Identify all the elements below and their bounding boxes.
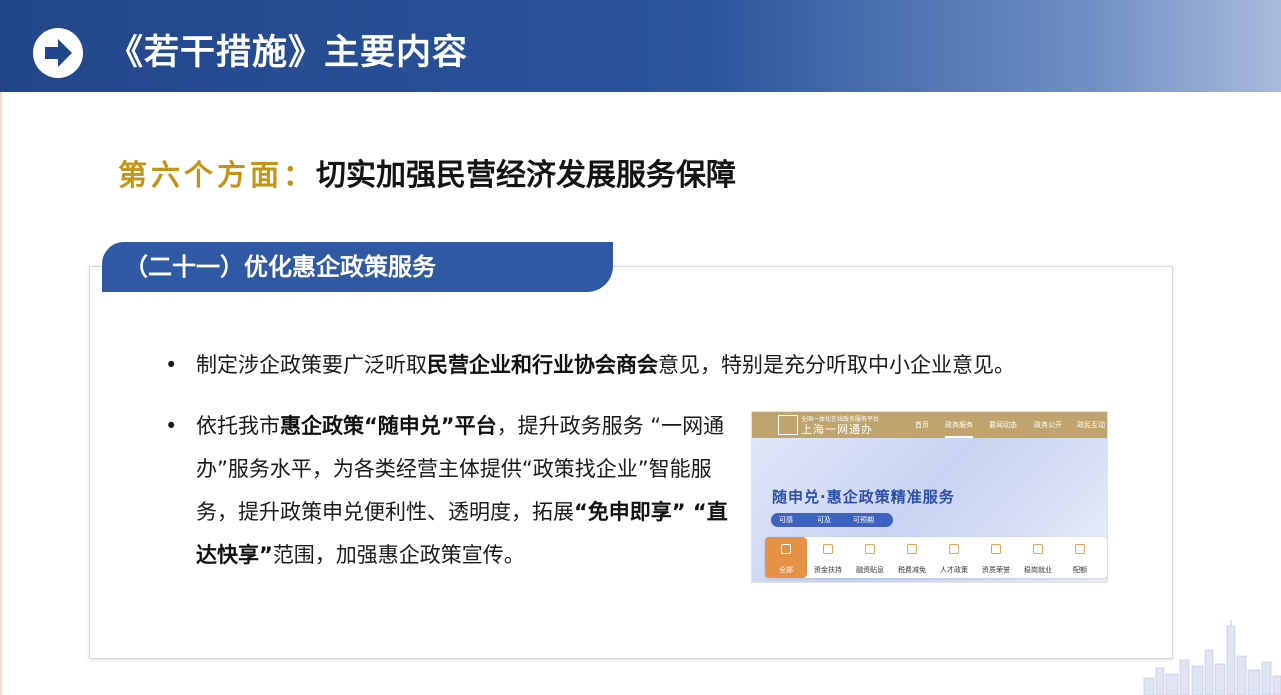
portal-logo-icon — [778, 415, 798, 435]
category-icon — [949, 544, 959, 554]
arrow-right-icon — [33, 28, 83, 78]
bullet-text-segment: 意见，特别是充分听取中小企业意见。 — [658, 353, 1015, 377]
page-title: 《若干措施》主要内容 — [108, 33, 469, 73]
portal-nav-item: 政务公开 — [1034, 421, 1062, 429]
banner-tags: 可感 可及 可预期 — [771, 513, 893, 527]
city-skyline-illustration — [1143, 620, 1281, 695]
category-icon — [823, 544, 833, 554]
banner-tag: 可及 — [817, 516, 831, 524]
category-item: 税费减免 — [891, 537, 933, 578]
category-icon — [865, 544, 875, 554]
category-item: 资质荣誉 — [975, 537, 1017, 578]
bullet-dot: • — [165, 353, 178, 377]
portal-nav-item: 首页 — [915, 421, 929, 429]
portal-name: 上海一网通办 — [801, 423, 873, 436]
category-label: 全部 — [779, 566, 793, 574]
category-item: 融资贴息 — [849, 537, 891, 578]
aspect-text: 切实加强民营经济发展服务保障 — [316, 158, 737, 193]
aspect-heading: 第六个方面：切实加强民营经济发展服务保障 — [118, 150, 736, 200]
header-bar: 《若干措施》主要内容 — [0, 0, 1281, 92]
category-label: 税费减免 — [898, 566, 926, 574]
category-icon — [1033, 544, 1043, 554]
category-label: 稳岗就业 — [1024, 566, 1052, 574]
section-tab: （二十一）优化惠企政策服务 — [102, 242, 613, 292]
category-item: 全部 — [765, 537, 807, 578]
aspect-label: 第六个方面： — [118, 158, 317, 192]
left-edge-line — [0, 92, 2, 695]
category-label: 资质荣誉 — [982, 566, 1010, 574]
banner-tag: 可预期 — [853, 516, 874, 524]
bullet-item: • 制定涉企政策要广泛听取民营企业和行业协会商会意见，特别是充分听取中小企业意见… — [165, 346, 1145, 384]
category-icon — [781, 544, 791, 554]
banner-title: 随申兑·惠企政策精准服务 — [772, 488, 955, 506]
category-icon — [991, 544, 1001, 554]
bullet-text: 制定涉企政策要广泛听取民营企业和行业协会商会意见，特别是充分听取中小企业意见。 — [196, 346, 1145, 384]
platform-screenshot: 全国一体化在线政务服务平台 上海一网通办 首页 政务服务 要闻动态 政务公开 政… — [751, 411, 1108, 583]
category-item: 稳岗就业 — [1017, 537, 1059, 578]
section-title: （二十一）优化惠企政策服务 — [124, 253, 436, 281]
bullet-text-segment: 制定涉企政策要广泛听取 — [196, 353, 427, 377]
bullet-text-segment: 依托我市 — [196, 414, 280, 438]
category-label: 融资贴息 — [856, 566, 884, 574]
portal-nav-item: 要闻动态 — [989, 421, 1017, 429]
category-item: 配额 — [1059, 537, 1101, 578]
bullet-item: • 依托我市惠企政策“随申兑”平台，提升政务服务 “一网通办”服务水平，为各类经… — [165, 405, 733, 577]
portal-nav-item: 政务服务 — [945, 412, 973, 438]
banner-tag: 可感 — [779, 516, 793, 524]
portal-top-bar: 全国一体化在线政务服务平台 上海一网通办 首页 政务服务 要闻动态 政务公开 政… — [752, 412, 1107, 438]
bullet-text-bold: 民营企业和行业协会商会 — [427, 353, 658, 377]
bullet-text-segment: 范围，加强惠企政策宣传。 — [272, 543, 525, 567]
category-bar: 全部 资金扶持 融资贴息 税费减免 人才政策 资质荣誉 稳岗就业 配额 — [765, 537, 1107, 578]
category-icon — [1075, 544, 1085, 554]
category-item: 资金扶持 — [807, 537, 849, 578]
portal-nav-item: 政民互动 — [1077, 421, 1105, 429]
category-item: 人才政策 — [933, 537, 975, 578]
bullet-text-bold: 惠企政策“随申兑”平台 — [280, 414, 497, 438]
bullet-text: 依托我市惠企政策“随申兑”平台，提升政务服务 “一网通办”服务水平，为各类经营主… — [196, 405, 733, 577]
category-icon — [907, 544, 917, 554]
category-label: 资金扶持 — [814, 566, 842, 574]
category-label: 人才政策 — [940, 566, 968, 574]
category-label: 配额 — [1073, 566, 1087, 574]
bullet-dot: • — [165, 414, 178, 438]
